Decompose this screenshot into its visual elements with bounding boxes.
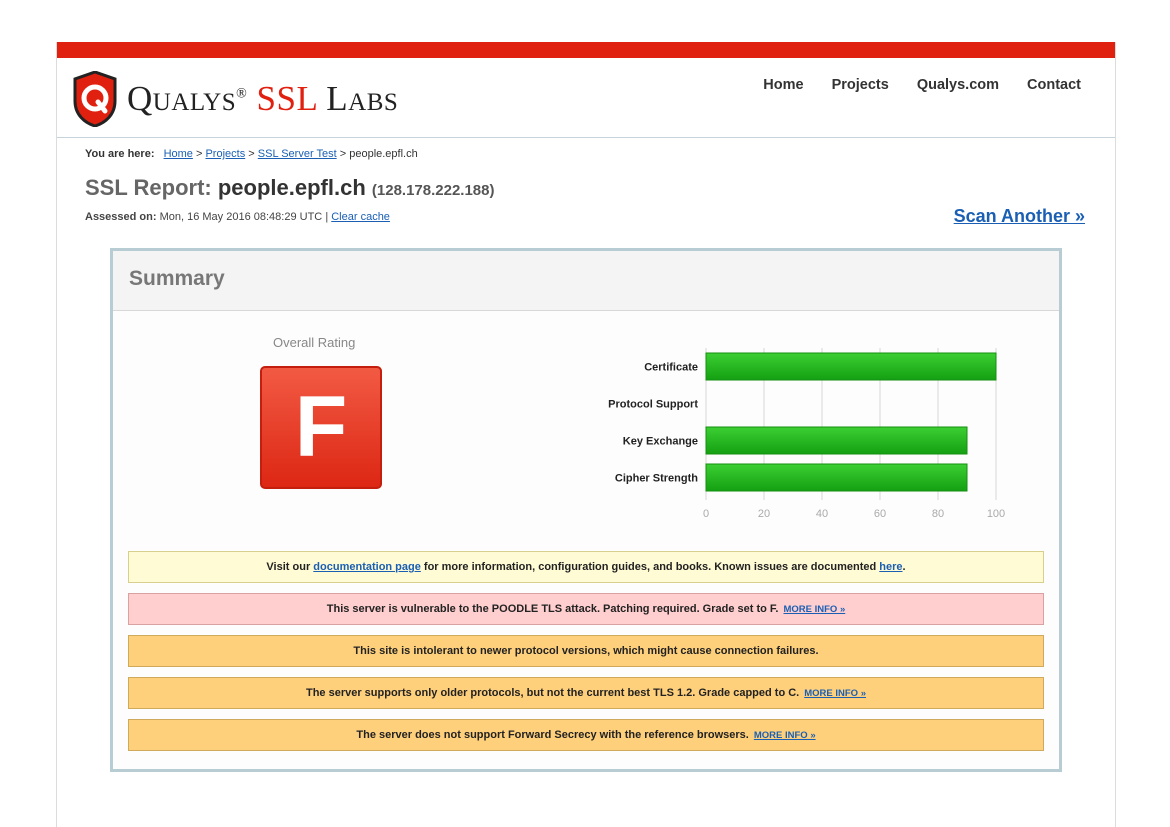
notice-text: The server does not support Forward Secr… (356, 729, 749, 741)
chart-bar (705, 426, 968, 455)
notice-text: for more information, configuration guid… (423, 561, 877, 573)
chart-tick-label: 40 (816, 508, 828, 520)
logo-wordmark: Qualys® SSL Labs (127, 79, 398, 119)
rating-chart-svg: 0 20 40 60 80 100 Certificate Protocol Support K… (608, 348, 1005, 520)
nav-projects[interactable]: Projects (832, 77, 889, 93)
notice-text: Visit our (266, 561, 311, 573)
notice-forward-secrecy: The server does not support Forward Secr… (128, 719, 1044, 751)
more-info-link[interactable]: MORE INFO » (783, 604, 845, 615)
grade-badge: F (260, 366, 382, 489)
logo-qualys: Qualys (127, 79, 237, 118)
qualys-shield-icon (73, 71, 117, 127)
logo-ssl: SSL (256, 79, 318, 118)
nav-qualys-com[interactable]: Qualys.com (917, 77, 999, 93)
nav-contact[interactable]: Contact (1027, 77, 1081, 93)
breadcrumb-separator: > (339, 148, 347, 160)
overall-rating-label: Overall Rating (273, 335, 356, 350)
page-container: Qualys® SSL Labs Home Projects Qualys.co… (56, 42, 1116, 827)
chart-tick-label: 20 (758, 508, 770, 520)
notice-poodle: This server is vulnerable to the POODLE … (128, 593, 1044, 625)
logo-registered-mark: ® (236, 86, 248, 102)
chart-category-label: Cipher Strength (615, 473, 698, 485)
title-prefix: SSL Report: (85, 175, 212, 200)
known-issues-link[interactable]: here (879, 561, 902, 573)
chart-category-label: Protocol Support (608, 399, 698, 411)
chart-tick-label: 0 (703, 508, 709, 520)
breadcrumb-home[interactable]: Home (164, 148, 193, 160)
chart-bar (705, 463, 968, 492)
more-info-link[interactable]: MORE INFO » (754, 730, 816, 741)
top-nav: Home Projects Qualys.com Contact (763, 77, 1081, 93)
assessed-info: Assessed on: Mon, 16 May 2016 08:48:29 U… (85, 211, 390, 223)
breadcrumb-ssl-server-test[interactable]: SSL Server Test (258, 148, 337, 160)
scan-another-link[interactable]: Scan Another » (954, 206, 1085, 227)
breadcrumb-prefix: You are here: (85, 148, 155, 160)
notice-protocol-intolerance: This site is intolerant to newer protoco… (128, 635, 1044, 667)
notice-list: Visit our documentation page for more in… (128, 551, 1044, 761)
clear-cache-link[interactable]: Clear cache (331, 211, 390, 223)
title-host: people.epfl.ch (217, 175, 366, 200)
page-title: SSL Report: people.epfl.ch (128.178.222.… (85, 175, 495, 201)
assessed-divider: | (325, 211, 329, 223)
chart-tick-label: 100 (987, 508, 1005, 520)
breadcrumb-current: people.epfl.ch (349, 148, 418, 160)
more-info-link[interactable]: MORE INFO » (804, 688, 866, 699)
rating-chart: 0 20 40 60 80 100 Certificate Protocol Support K… (513, 346, 1005, 536)
notice-text: This server is vulnerable to the POODLE … (326, 603, 779, 615)
breadcrumb-projects[interactable]: Projects (205, 148, 245, 160)
notice-text: . (902, 561, 906, 573)
chart-tick-label: 60 (874, 508, 886, 520)
chart-bar (705, 352, 997, 381)
notice-old-protocols: The server supports only older protocols… (128, 677, 1044, 709)
nav-home[interactable]: Home (763, 77, 803, 93)
notice-text: This site is intolerant to newer protoco… (353, 645, 819, 657)
breadcrumb-separator: > (248, 148, 255, 160)
brand-top-bar (57, 42, 1115, 58)
chart-tick-label: 80 (932, 508, 944, 520)
logo-labs: Labs (326, 79, 399, 118)
site-header: Qualys® SSL Labs Home Projects Qualys.co… (57, 58, 1115, 138)
site-logo[interactable]: Qualys® SSL Labs (73, 71, 398, 127)
notice-documentation: Visit our documentation page for more in… (128, 551, 1044, 583)
breadcrumb-separator: > (195, 148, 203, 160)
documentation-page-link[interactable]: documentation page (313, 561, 421, 573)
title-ip: (128.178.222.188) (371, 182, 495, 199)
summary-heading: Summary (113, 251, 1059, 311)
breadcrumb: You are here: Home > Projects > SSL Serv… (85, 148, 418, 160)
assessed-label: Assessed on: (85, 211, 157, 223)
chart-category-label: Certificate (644, 362, 698, 374)
summary-panel: Summary Overall Rating F 0 20 40 60 80 100 Cer… (110, 248, 1062, 772)
chart-category-label: Key Exchange (623, 436, 698, 448)
assessed-value: Mon, 16 May 2016 08:48:29 UTC (159, 211, 323, 223)
notice-text: The server supports only older protocols… (305, 687, 800, 699)
